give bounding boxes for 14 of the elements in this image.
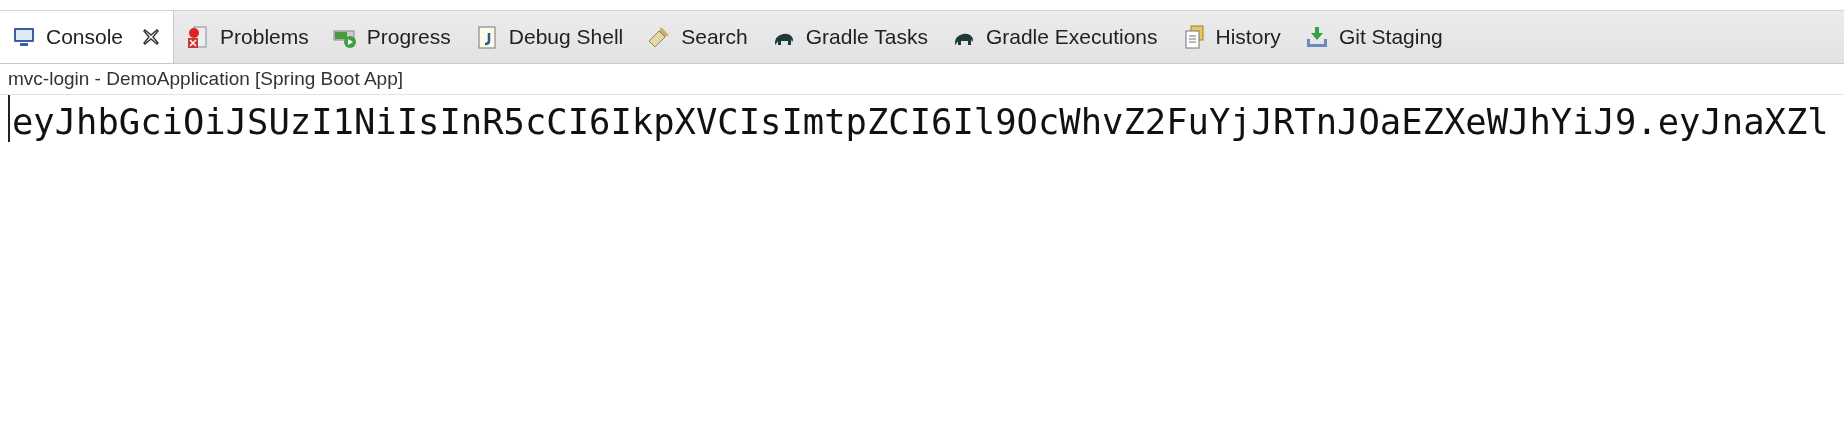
view-tab[interactable]: Progress bbox=[320, 11, 463, 63]
monitor-icon bbox=[12, 25, 36, 49]
console-title: mvc-login - DemoApplication [Spring Boot App] bbox=[0, 64, 1844, 95]
flashlight-icon bbox=[647, 25, 672, 49]
view-tab[interactable]: Git Staging bbox=[1292, 11, 1455, 63]
view-tab[interactable]: Gradle Tasks bbox=[759, 11, 940, 63]
view-tab[interactable]: Gradle Executions bbox=[939, 11, 1170, 63]
view-tab[interactable]: Search bbox=[635, 11, 760, 63]
view-tab[interactable]: Console bbox=[0, 11, 175, 63]
download-tray-icon bbox=[1304, 25, 1329, 49]
console-output: eyJhbGciOiJSUzI1NiIsInR5cCI6IkpXVCIsImtpZCI6Il9OcWhvZ2FuYjJRTnJOaEZXeWJhYiJ9.eyJnaXZl bbox=[12, 101, 1829, 142]
view-tab[interactable]: History bbox=[1169, 11, 1293, 63]
view-tab[interactable]: Debug Shell bbox=[462, 11, 636, 63]
view-tab[interactable]: Problems bbox=[174, 11, 321, 63]
